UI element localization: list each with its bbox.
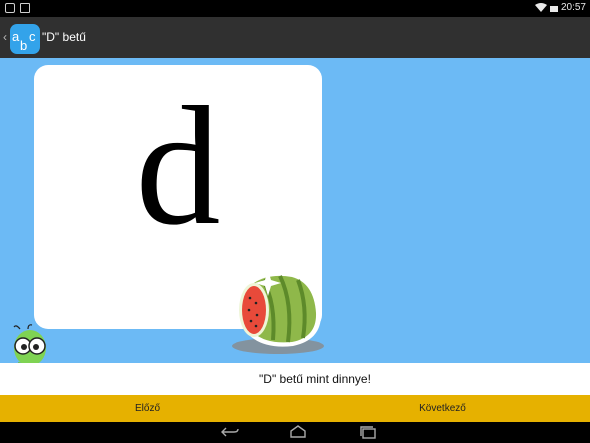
letter-glyph: d bbox=[135, 72, 221, 260]
battery-icon bbox=[549, 5, 558, 12]
lesson-content: d bbox=[0, 58, 590, 395]
watermelon-illustration bbox=[232, 270, 324, 354]
caption-text: "D" betű mint dinnye! bbox=[259, 372, 371, 386]
previous-button[interactable]: Előző bbox=[0, 395, 295, 422]
caption-bar: "D" betű mint dinnye! bbox=[0, 363, 590, 395]
back-icon[interactable] bbox=[220, 425, 240, 439]
system-navigation-bar bbox=[0, 422, 590, 443]
recents-icon[interactable] bbox=[358, 425, 378, 439]
svg-text:c: c bbox=[29, 29, 36, 44]
home-icon[interactable] bbox=[288, 425, 308, 439]
svg-text:b: b bbox=[20, 38, 27, 53]
wifi-icon bbox=[534, 2, 547, 12]
page-title: "D" betű bbox=[42, 30, 86, 44]
next-button[interactable]: Következő bbox=[295, 395, 590, 422]
screenshot-icon bbox=[20, 3, 30, 13]
up-chevron-icon[interactable]: ‹ bbox=[3, 30, 7, 44]
svg-text:a: a bbox=[12, 29, 20, 44]
abc-app-icon[interactable]: a b c bbox=[10, 24, 40, 54]
status-time: 20:57 bbox=[560, 2, 586, 13]
status-bar: 20:57 bbox=[0, 0, 590, 17]
photo-icon bbox=[5, 3, 15, 13]
navigation-bar: Előző Következő bbox=[0, 395, 590, 422]
action-bar: ‹ a b c "D" betű bbox=[0, 17, 590, 58]
